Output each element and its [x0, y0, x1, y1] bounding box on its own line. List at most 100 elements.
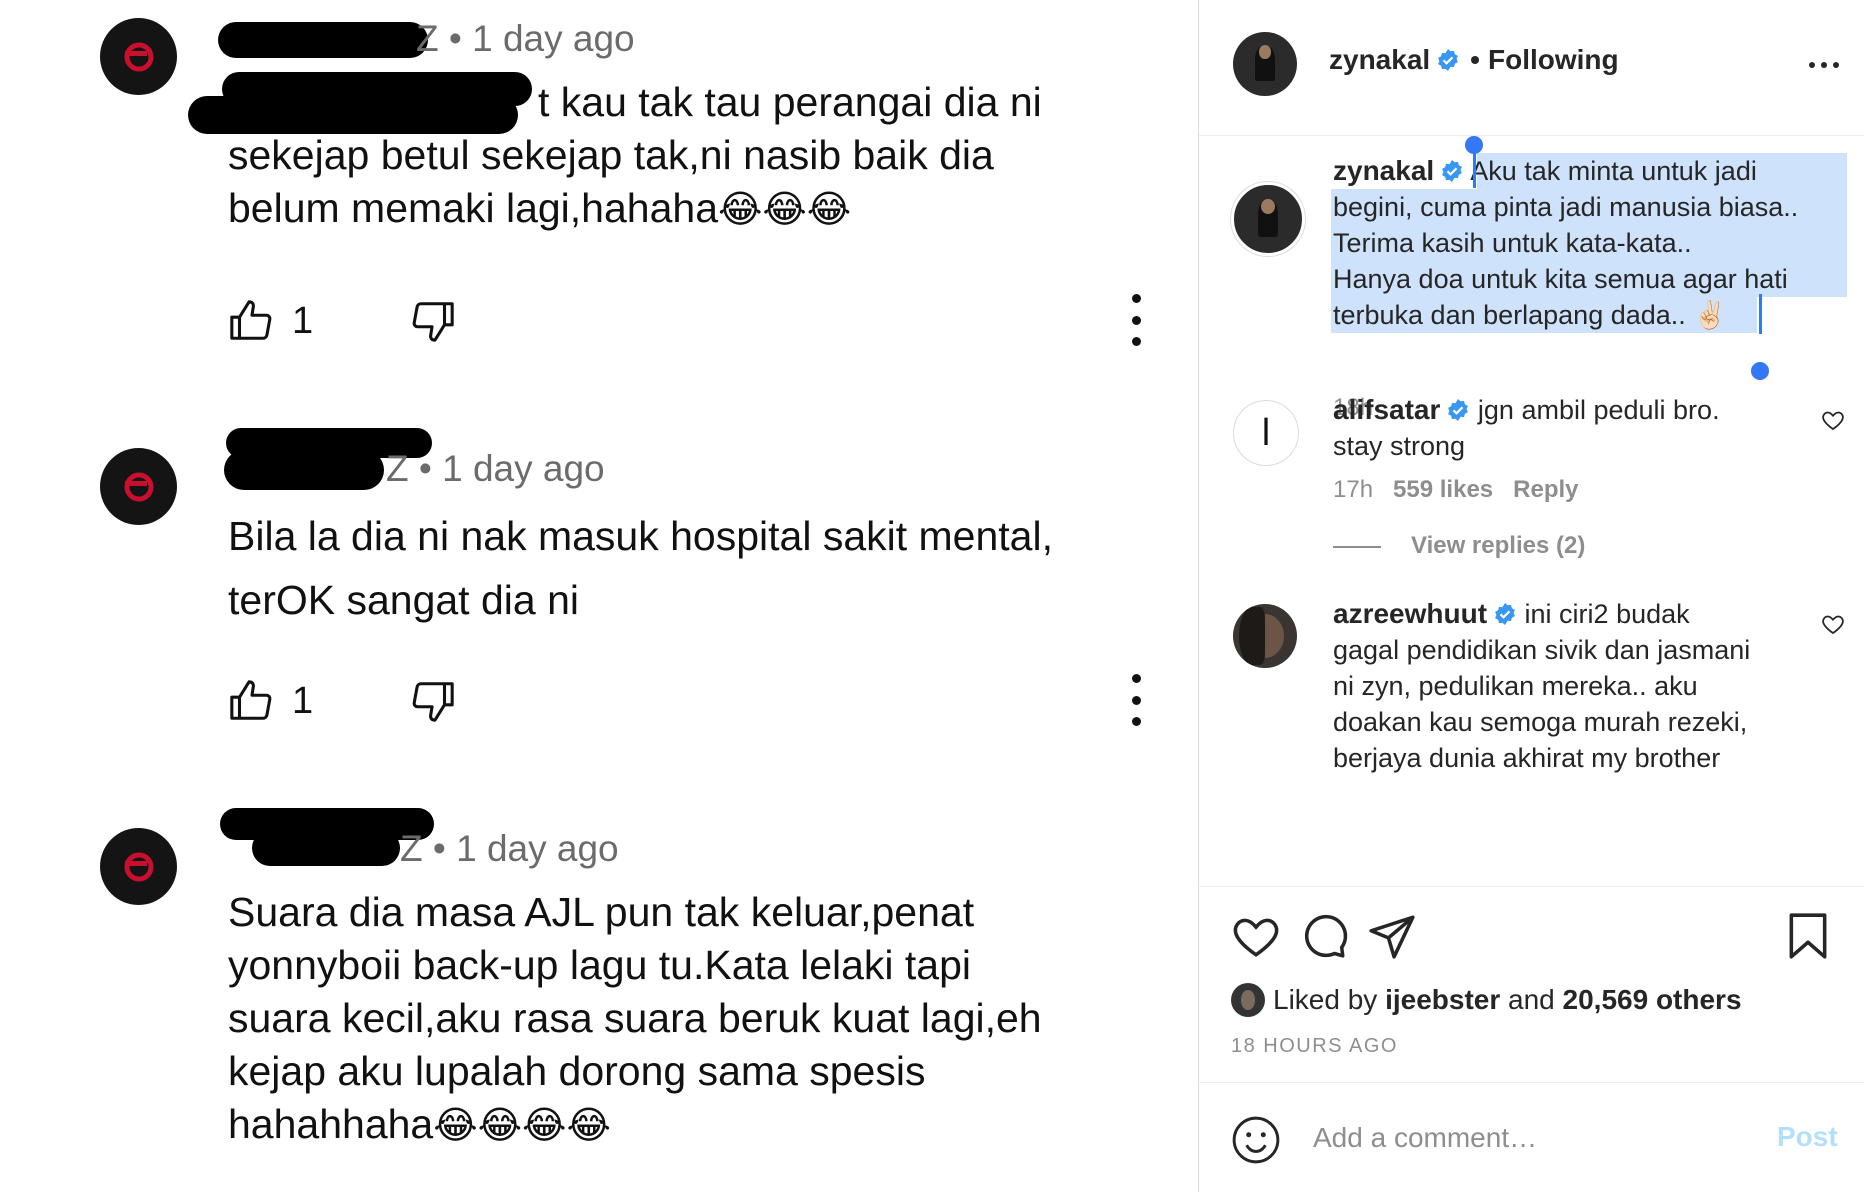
post-button[interactable]: Post — [1777, 1121, 1838, 1153]
comment-line: stay strong — [1333, 431, 1466, 461]
avatar[interactable] — [1233, 32, 1297, 96]
redaction-mark — [218, 22, 428, 58]
like-count: 1 — [292, 679, 314, 722]
comment-meta: 17h 559 likes Reply — [1333, 476, 1599, 504]
username-link[interactable]: zynakal — [1329, 44, 1430, 75]
garena-logo-icon — [124, 472, 153, 501]
likes-count[interactable]: 559 likes — [1393, 476, 1493, 503]
comment-line: t kau tak tau perangai dia ni — [538, 79, 1042, 125]
caption-line: Hanya doa untuk kita semua agar hati — [1333, 264, 1788, 294]
comment-meta: Z • 1 day ago — [400, 828, 619, 869]
redaction-mark — [252, 830, 400, 866]
username-link[interactable]: alifsatar — [1333, 394, 1440, 425]
comment-actions: 1 — [228, 670, 1158, 730]
post-actions: Liked by ijeebster and 20,569 others 18 … — [1199, 886, 1864, 1083]
reply-button[interactable]: Reply — [1513, 476, 1578, 503]
share-send-icon[interactable] — [1367, 911, 1417, 961]
dislike-button[interactable] — [410, 298, 456, 349]
comment-line: hahahhaha — [228, 1101, 434, 1147]
comment-line: terOK sangat dia ni — [228, 577, 579, 623]
heart-icon[interactable] — [1821, 408, 1845, 432]
comment-text: t kau tak tau perangai dia ni sekejap be… — [228, 76, 1158, 236]
selection-handle-end[interactable] — [1751, 362, 1769, 380]
thumbs-up-icon — [230, 300, 272, 340]
avatar[interactable]: ا — [1233, 400, 1299, 466]
selection-caret — [1473, 150, 1476, 188]
comment-line: yonnyboii back-up lagu tu.Kata lelaki ta… — [228, 942, 972, 988]
like-heart-icon[interactable] — [1231, 911, 1281, 961]
comment-line: belum memaki lagi,hahaha — [228, 185, 718, 231]
view-replies-label: View replies (2) — [1411, 532, 1586, 559]
more-vertical-icon[interactable] — [1128, 674, 1144, 726]
liked-by-user[interactable]: ijeebster — [1385, 984, 1500, 1016]
separator-dot: • — [1470, 44, 1480, 75]
post-timestamp: 18 HOURS AGO — [1231, 1035, 1398, 1057]
avatar[interactable] — [1231, 983, 1265, 1017]
comment: alifsatar jgn ambil peduli bro. stay str… — [1333, 392, 1720, 464]
garena-avatar — [100, 828, 177, 905]
username-link[interactable]: azreewhuut — [1333, 598, 1487, 629]
comment-line: jgn ambil peduli bro. — [1477, 395, 1720, 425]
liked-by-prefix: Liked by — [1273, 984, 1378, 1015]
more-vertical-icon[interactable] — [1128, 294, 1144, 346]
avatar[interactable] — [1231, 182, 1305, 256]
verified-badge-icon — [1438, 49, 1459, 71]
comment-bubble-icon[interactable] — [1299, 911, 1349, 961]
comment-line: berjaya dunia akhirat my brother — [1333, 743, 1721, 773]
verified-badge-icon — [1448, 399, 1469, 421]
redaction-mark — [224, 450, 384, 490]
garena-logo-icon — [124, 852, 153, 881]
verified-badge-icon — [1442, 160, 1463, 182]
like-button[interactable]: 1 — [228, 298, 313, 344]
comment-line: kejap aku lupalah dorong sama spesis — [228, 1048, 926, 1094]
username-link[interactable]: zynakal — [1333, 155, 1434, 186]
garena-logo-icon — [124, 42, 153, 71]
comment-line: Suara dia masa AJL pun tak keluar,penat — [228, 889, 975, 935]
view-replies-button[interactable]: View replies (2) — [1333, 532, 1585, 560]
more-options-icon[interactable] — [1809, 62, 1839, 68]
comment-line: doakan kau semoga murah rezeki, — [1333, 707, 1748, 737]
dislike-button[interactable] — [410, 678, 456, 729]
liked-by: Liked by ijeebster and 20,569 others — [1231, 983, 1742, 1017]
laughing-emoji: 😂😂😂 — [718, 187, 852, 231]
emoji-smiley-icon[interactable] — [1231, 1115, 1281, 1165]
thumbs-down-icon — [412, 302, 454, 342]
laughing-emoji: 😂😂😂😂 — [433, 1103, 611, 1147]
avatar[interactable] — [1233, 604, 1297, 668]
bookmark-icon[interactable] — [1783, 911, 1833, 961]
add-comment-bar: Post — [1199, 1082, 1864, 1193]
verified-badge-icon — [1495, 603, 1515, 625]
thumbs-up-icon — [230, 680, 272, 720]
like-button[interactable]: 1 — [228, 678, 313, 724]
comment-meta: Z • 1 day ago — [416, 18, 635, 59]
comment-actions: 1 — [228, 290, 1158, 350]
caption-line: Aku tak minta untuk jadi — [1470, 156, 1757, 186]
caption-line: terbuka dan berlapang dada.. ✌🏻 — [1333, 300, 1727, 330]
comment-line: ini ciri2 budak — [1524, 599, 1690, 629]
liked-by-and: and — [1508, 984, 1555, 1015]
caption-line: begini, cuma pinta jadi manusia biasa.. — [1333, 192, 1799, 222]
comment-line: Bila la dia ni nak masuk hospital sakit … — [228, 513, 1053, 559]
youtube-comments-screenshot: Z • 1 day ago t kau tak tau perangai dia… — [0, 0, 1198, 1192]
add-comment-input[interactable] — [1311, 1121, 1755, 1155]
comment-meta: Z • 1 day ago — [386, 448, 605, 489]
caption: zynakal Aku tak minta untuk jadi begini,… — [1333, 153, 1798, 333]
garena-avatar — [100, 448, 177, 525]
comments-list[interactable]: zynakal Aku tak minta untuk jadi begini,… — [1199, 136, 1864, 886]
comment-text: Bila la dia ni nak masuk hospital sakit … — [228, 504, 1158, 632]
comment-line: sekejap betul sekejap tak,ni nasib baik … — [228, 132, 994, 178]
following-button[interactable]: Following — [1488, 44, 1619, 75]
comment-line: suara kecil,aku rasa suara beruk kuat la… — [228, 995, 1042, 1041]
comment-line: ni zyn, pedulikan mereka.. aku — [1333, 671, 1698, 701]
comment-text: Suara dia masa AJL pun tak keluar,penat … — [228, 886, 1158, 1152]
header-user: zynakal • Following — [1329, 44, 1619, 76]
garena-avatar — [100, 18, 177, 95]
likes-count-link[interactable]: 20,569 others — [1563, 984, 1742, 1016]
heart-icon[interactable] — [1821, 612, 1845, 636]
comment-line: gagal pendidikan sivik dan jasmani — [1333, 635, 1751, 665]
caption-line: Terima kasih untuk kata-kata.. — [1333, 228, 1692, 258]
post-header: zynakal • Following — [1199, 0, 1864, 136]
instagram-post-panel: zynakal • Following zynakal Aku tak minta … — [1198, 0, 1864, 1192]
thumbs-down-icon — [412, 682, 454, 722]
timestamp: 17h — [1333, 476, 1374, 503]
